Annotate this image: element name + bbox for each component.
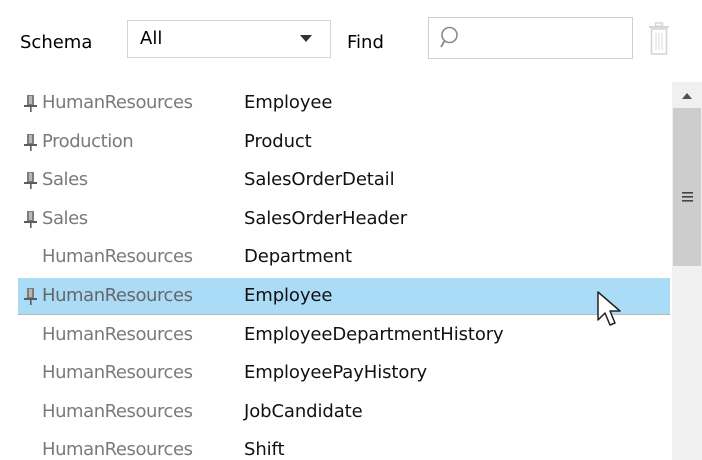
table-name: Shift	[244, 439, 285, 460]
table-name: EmployeePayHistory	[244, 362, 428, 384]
schema-dropdown-value: All	[140, 28, 163, 49]
table-name: Department	[244, 246, 352, 268]
pin-icon[interactable]	[24, 210, 39, 228]
list-item[interactable]: HumanResources Department	[18, 239, 670, 275]
search-icon	[440, 26, 458, 48]
schema-name: Sales	[42, 207, 88, 229]
table-name: EmployeeDepartmentHistory	[244, 323, 504, 345]
schema-name: HumanResources	[42, 362, 193, 384]
list-item[interactable]: HumanResources EmployeeDepartmentHistory	[18, 317, 670, 353]
schema-name: HumanResources	[42, 246, 193, 268]
schema-dropdown[interactable]: All	[127, 20, 331, 58]
table-name: Employee	[244, 92, 333, 113]
pin-icon[interactable]	[24, 133, 39, 151]
schema-label: Schema	[20, 32, 93, 53]
scroll-up-icon[interactable]	[672, 82, 702, 110]
schema-name: HumanResources	[42, 323, 193, 345]
trash-icon[interactable]	[648, 22, 670, 56]
table-name: Employee	[244, 285, 333, 306]
vertical-scrollbar[interactable]	[672, 82, 702, 460]
schema-name: HumanResources	[42, 285, 193, 306]
list-item[interactable]: HumanResources Employee	[18, 278, 670, 314]
list-item[interactable]: HumanResources JobCandidate	[18, 394, 670, 430]
toolbar: Schema All Find	[0, 0, 702, 76]
schema-name: HumanResources	[42, 92, 193, 113]
list-item[interactable]: HumanResources Shift	[18, 432, 670, 460]
schema-name: Production	[42, 130, 134, 152]
scroll-grip-icon	[682, 192, 693, 202]
chevron-down-icon	[300, 35, 312, 42]
schema-name: HumanResources	[42, 439, 193, 460]
list-item[interactable]: Production Product	[18, 124, 670, 160]
pin-icon[interactable]	[24, 172, 39, 190]
table-name: SalesOrderHeader	[244, 207, 408, 229]
list-item[interactable]: HumanResources Employee	[18, 85, 670, 121]
find-label: Find	[347, 32, 384, 53]
mouse-cursor-icon	[597, 291, 621, 326]
schema-name: Sales	[42, 169, 88, 191]
pinned-separator	[18, 314, 670, 315]
table-name: Product	[244, 130, 312, 152]
table-name: JobCandidate	[244, 400, 363, 422]
list-item[interactable]: HumanResources EmployeePayHistory	[18, 355, 670, 391]
list-item[interactable]: Sales SalesOrderDetail	[18, 162, 670, 198]
pin-icon[interactable]	[24, 288, 39, 305]
find-input[interactable]	[428, 17, 633, 59]
scroll-thumb[interactable]	[673, 108, 701, 266]
table-name: SalesOrderDetail	[244, 169, 395, 191]
schema-name: HumanResources	[42, 400, 193, 422]
table-list: HumanResources Employee Production Produ…	[0, 82, 672, 460]
list-item[interactable]: Sales SalesOrderHeader	[18, 201, 670, 237]
pin-icon[interactable]	[24, 95, 39, 112]
